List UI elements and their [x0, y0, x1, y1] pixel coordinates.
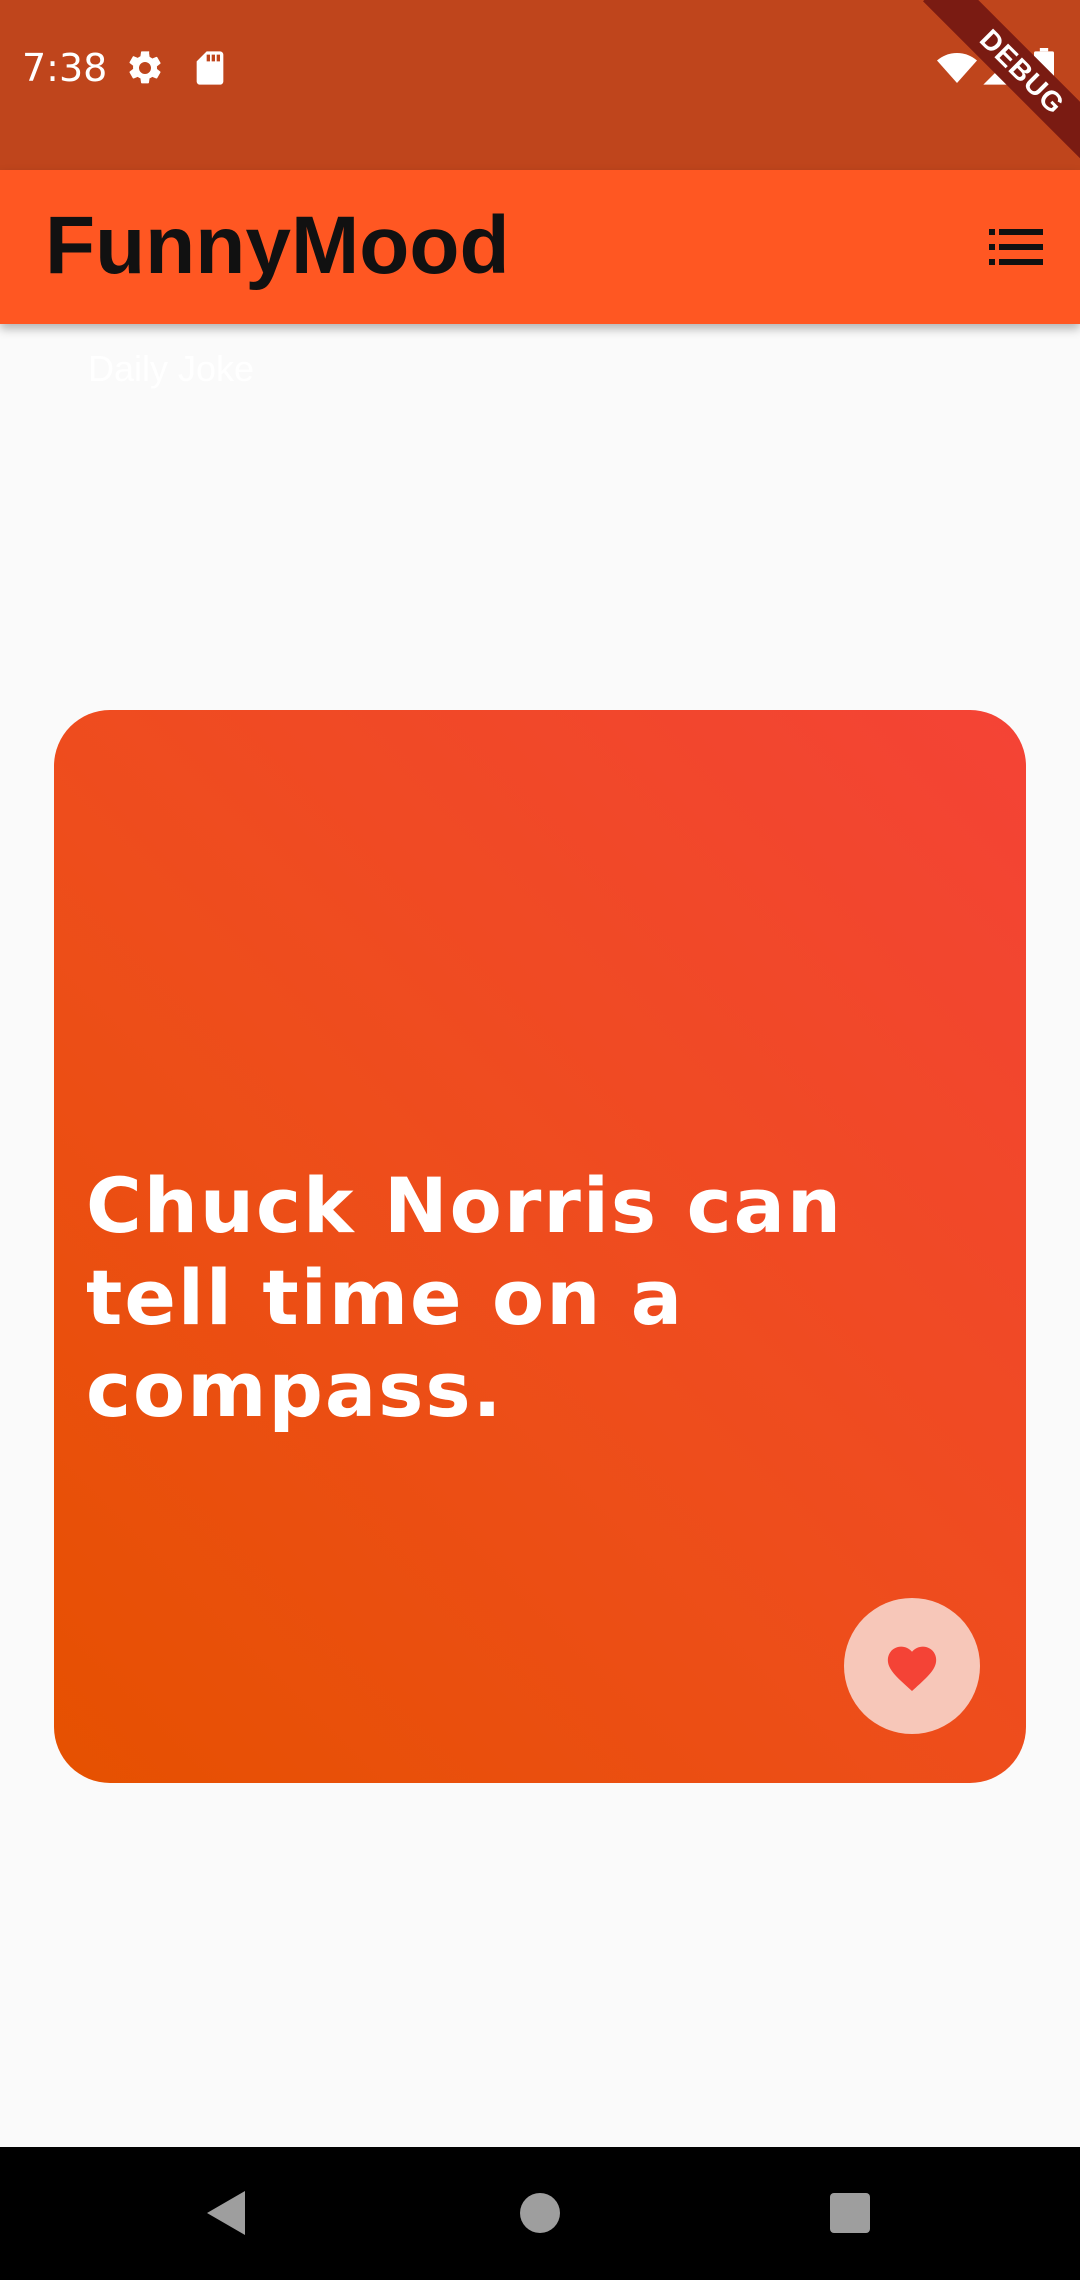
app-bar: FunnyMood — [0, 170, 1080, 324]
back-button[interactable] — [196, 2183, 256, 2243]
favorite-button[interactable] — [844, 1598, 980, 1734]
battery-icon — [1034, 48, 1054, 88]
list-icon — [989, 229, 1043, 265]
wifi-icon — [937, 53, 977, 83]
navigation-bar — [0, 2147, 1080, 2280]
status-bar: 7:38 DEBUG — [0, 0, 1080, 170]
app-title: FunnyMood — [45, 200, 510, 291]
back-icon — [207, 2191, 245, 2235]
joke-text: Chuck Norris can tell time on a compass. — [86, 1161, 844, 1434]
signal-icon — [983, 51, 1017, 85]
joke-card: Chuck Norris can tell time on a compass. — [54, 710, 1026, 1783]
status-time: 7:38 — [22, 46, 108, 90]
sd-card-icon — [196, 51, 224, 85]
recents-button[interactable] — [820, 2183, 880, 2243]
settings-icon — [129, 51, 161, 84]
home-button[interactable] — [510, 2183, 570, 2243]
home-icon — [520, 2193, 560, 2233]
tab-daily-joke[interactable]: Daily Joke — [88, 345, 254, 393]
heart-icon — [887, 1646, 937, 1692]
recents-icon — [830, 2193, 870, 2233]
menu-button[interactable] — [984, 215, 1048, 279]
